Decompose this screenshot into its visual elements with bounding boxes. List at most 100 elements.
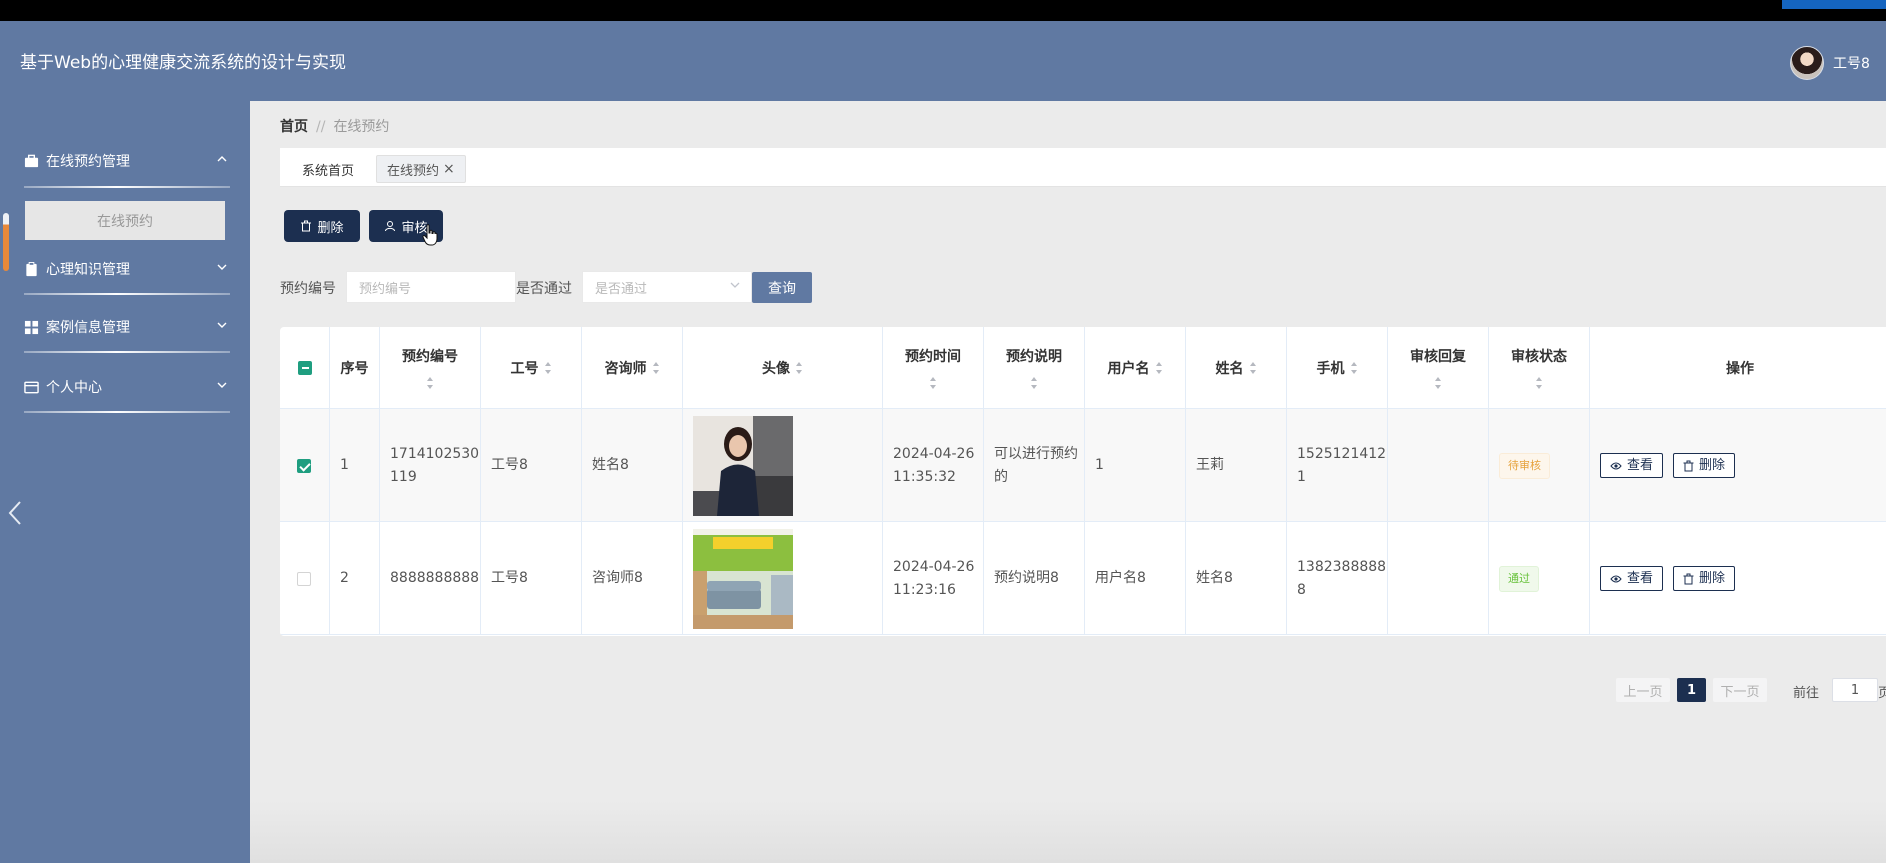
phone-cell: 13823888888: [1287, 522, 1388, 635]
system-indicator-bar: [1782, 0, 1886, 9]
woman-portrait-image[interactable]: [693, 415, 793, 516]
counseling-room-image[interactable]: [693, 528, 793, 629]
select-all-checkbox[interactable]: [297, 360, 312, 375]
index-cell: 1: [330, 409, 380, 522]
column-header[interactable]: 工号: [481, 327, 582, 409]
reply-cell: [1388, 522, 1489, 635]
status-badge: 通过: [1499, 565, 1539, 592]
status-cell: 通过: [1489, 522, 1590, 635]
briefcase-icon: [24, 154, 39, 167]
goto-page-input[interactable]: 1: [1832, 678, 1878, 702]
index-cell: 2: [330, 522, 380, 635]
prev-page-button[interactable]: 上一页: [1616, 678, 1670, 702]
staff-no-cell: 工号8: [481, 522, 582, 635]
row-checkbox[interactable]: [297, 571, 311, 586]
sort-icon[interactable]: [1350, 361, 1358, 375]
sidebar-scrollbar[interactable]: [3, 213, 9, 271]
phone-cell: 15251214121: [1287, 409, 1388, 522]
sort-icon[interactable]: [544, 361, 552, 375]
passed-label: 是否通过: [516, 281, 572, 297]
batch-delete-button[interactable]: 删除: [284, 210, 360, 242]
actions-cell: 查看 删除: [1590, 522, 1886, 635]
sidebar-menu-label: 心理知识管理: [46, 262, 130, 278]
header-select-all[interactable]: [280, 327, 330, 409]
sort-icon[interactable]: [795, 361, 803, 375]
id-card-icon: [24, 381, 39, 393]
tab-label: 在线预约: [387, 163, 440, 179]
sidebar-collapse-icon[interactable]: [6, 498, 26, 528]
counselor-cell: 姓名8: [582, 409, 683, 522]
sidebar-subitem-online-appointment[interactable]: 在线预约: [25, 201, 225, 240]
trash-icon: [1683, 573, 1694, 584]
sort-icon[interactable]: [1249, 361, 1257, 375]
appointment-table: 序号 预约编号 工号 咨询师 头像 预约时间 预约说明 用户名 姓名 手机 审核…: [280, 327, 1886, 636]
time-cell: 2024-04-26 11:23:16: [883, 522, 984, 635]
row-select-cell[interactable]: [280, 409, 330, 522]
sort-icon[interactable]: [929, 376, 937, 390]
view-button[interactable]: 查看: [1600, 453, 1664, 478]
photo-cell: [683, 522, 883, 635]
appointment-no-cell: 8888888888: [380, 522, 481, 635]
query-button[interactable]: 查询: [752, 272, 812, 303]
column-header[interactable]: 预约时间: [883, 327, 984, 409]
trash-icon: [1683, 460, 1694, 471]
next-page-button[interactable]: 下一页: [1713, 678, 1767, 702]
button-label: 查看: [1627, 458, 1654, 473]
sort-icon[interactable]: [1155, 361, 1163, 375]
row-delete-button[interactable]: 删除: [1673, 453, 1736, 478]
user-name[interactable]: 工号8: [1833, 53, 1870, 73]
page-number-button[interactable]: 1: [1677, 678, 1706, 702]
column-header[interactable]: 手机: [1287, 327, 1388, 409]
view-button[interactable]: 查看: [1600, 566, 1664, 591]
row-checkbox[interactable]: [297, 458, 311, 473]
row-delete-button[interactable]: 删除: [1673, 566, 1736, 591]
close-icon[interactable]: ×: [443, 161, 455, 177]
name-cell: 姓名8: [1186, 522, 1287, 635]
sort-icon[interactable]: [652, 361, 660, 375]
staff-no-cell: 工号8: [481, 409, 582, 522]
appointment-no-cell: 1714102530119: [380, 409, 481, 522]
breadcrumb-home[interactable]: 首页: [280, 119, 308, 135]
actions-cell: 查看 删除: [1590, 409, 1886, 522]
column-header[interactable]: 预约编号: [380, 327, 481, 409]
sort-icon[interactable]: [1535, 376, 1543, 390]
column-header[interactable]: 姓名: [1186, 327, 1287, 409]
menu-divider: [24, 186, 230, 188]
sidebar-menu-label: 在线预约管理: [46, 154, 130, 170]
button-label: 删除: [1699, 571, 1726, 586]
sort-icon[interactable]: [426, 376, 434, 390]
counselor-cell: 咨询师8: [582, 522, 683, 635]
table-row[interactable]: 2 8888888888 工号8 咨询师8 2024-04-26 11:23:1…: [280, 522, 1886, 635]
menu-divider: [24, 293, 230, 295]
eye-icon: [1610, 462, 1622, 469]
column-header[interactable]: 预约说明: [984, 327, 1085, 409]
column-header[interactable]: 咨询师: [582, 327, 683, 409]
app-window: 基于Web的心理健康交流系统的设计与实现 工号8 在线预约管理 在线预约 心理知…: [0, 21, 1886, 863]
username-cell: 1: [1085, 409, 1186, 522]
chevron-down-icon: [216, 379, 228, 394]
user-icon: [385, 221, 396, 232]
tab-online-appointment[interactable]: 在线预约 ×: [376, 155, 466, 183]
chevron-up-icon: [216, 153, 228, 168]
column-header[interactable]: 用户名: [1085, 327, 1186, 409]
breadcrumb-current: 在线预约: [333, 119, 390, 135]
table-row[interactable]: 1 1714102530119 工号8 姓名8 2024-04-26 11:35…: [280, 409, 1886, 522]
tab-system-home[interactable]: 系统首页: [292, 155, 364, 183]
column-header[interactable]: 审核状态: [1489, 327, 1590, 409]
user-avatar[interactable]: [1790, 46, 1824, 80]
sort-icon[interactable]: [1434, 376, 1442, 390]
button-label: 查看: [1627, 571, 1654, 586]
page-unit-label: 页: [1878, 686, 1886, 701]
tab-label: 系统首页: [302, 163, 355, 179]
column-header[interactable]: 审核回复: [1388, 327, 1489, 409]
menu-divider: [24, 411, 230, 413]
appointment-no-input[interactable]: 预约编号: [346, 271, 516, 303]
passed-select[interactable]: 是否通过: [582, 271, 752, 303]
tabs-bar: 系统首页 在线预约 ×: [280, 148, 1886, 187]
time-cell: 2024-04-26 11:35:32: [883, 409, 984, 522]
sort-icon[interactable]: [1030, 376, 1038, 390]
column-header[interactable]: 头像: [683, 327, 883, 409]
photo-cell: [683, 409, 883, 522]
button-label: 删除: [317, 220, 344, 236]
row-select-cell[interactable]: [280, 522, 330, 635]
